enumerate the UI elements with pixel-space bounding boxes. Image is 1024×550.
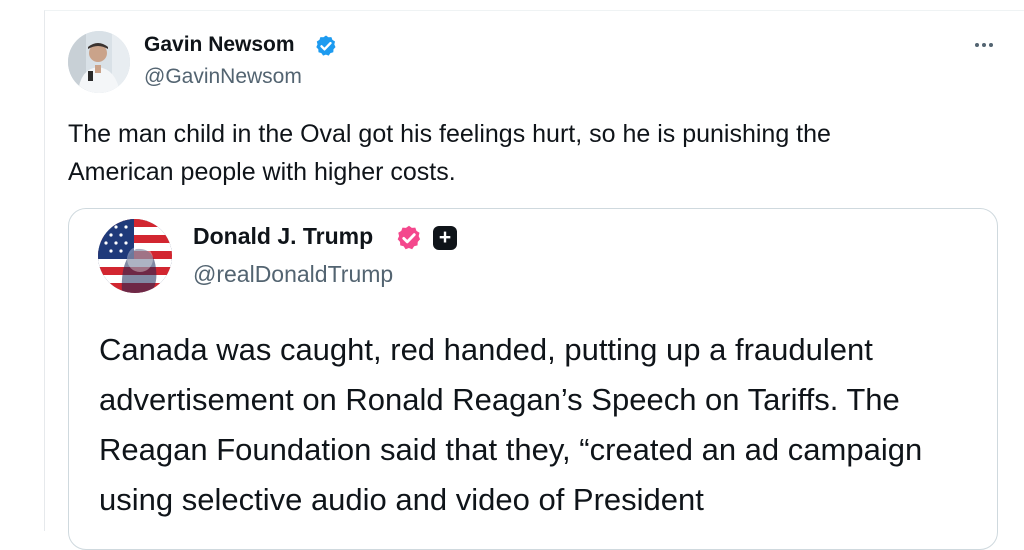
quoted-post-text: Canada was caught, red handed, putting u…	[99, 332, 923, 517]
quoted-post-card[interactable]: Donald J. Trump + @realDonaldTrump Canad…	[68, 208, 998, 550]
verified-blue-checkmark-icon	[316, 35, 336, 56]
avatar-photo-icon	[68, 31, 130, 93]
affiliate-badge-icon: +	[433, 226, 457, 250]
quoted-author-avatar[interactable]	[98, 219, 172, 293]
more-options-button[interactable]	[968, 32, 1000, 58]
author-handle[interactable]: @GavinNewsom	[144, 65, 302, 89]
quoted-author-handle[interactable]: @realDonaldTrump	[193, 261, 393, 288]
author-name[interactable]: Gavin Newsom	[144, 33, 295, 57]
author-avatar[interactable]	[68, 31, 130, 93]
verified-red-checkmark-icon	[397, 225, 421, 250]
flag-portrait-icon	[98, 219, 172, 293]
more-horizontal-icon	[975, 43, 979, 47]
post-text: The man child in the Oval got his feelin…	[68, 120, 831, 186]
quoted-author-name[interactable]: Donald J. Trump	[193, 223, 373, 250]
